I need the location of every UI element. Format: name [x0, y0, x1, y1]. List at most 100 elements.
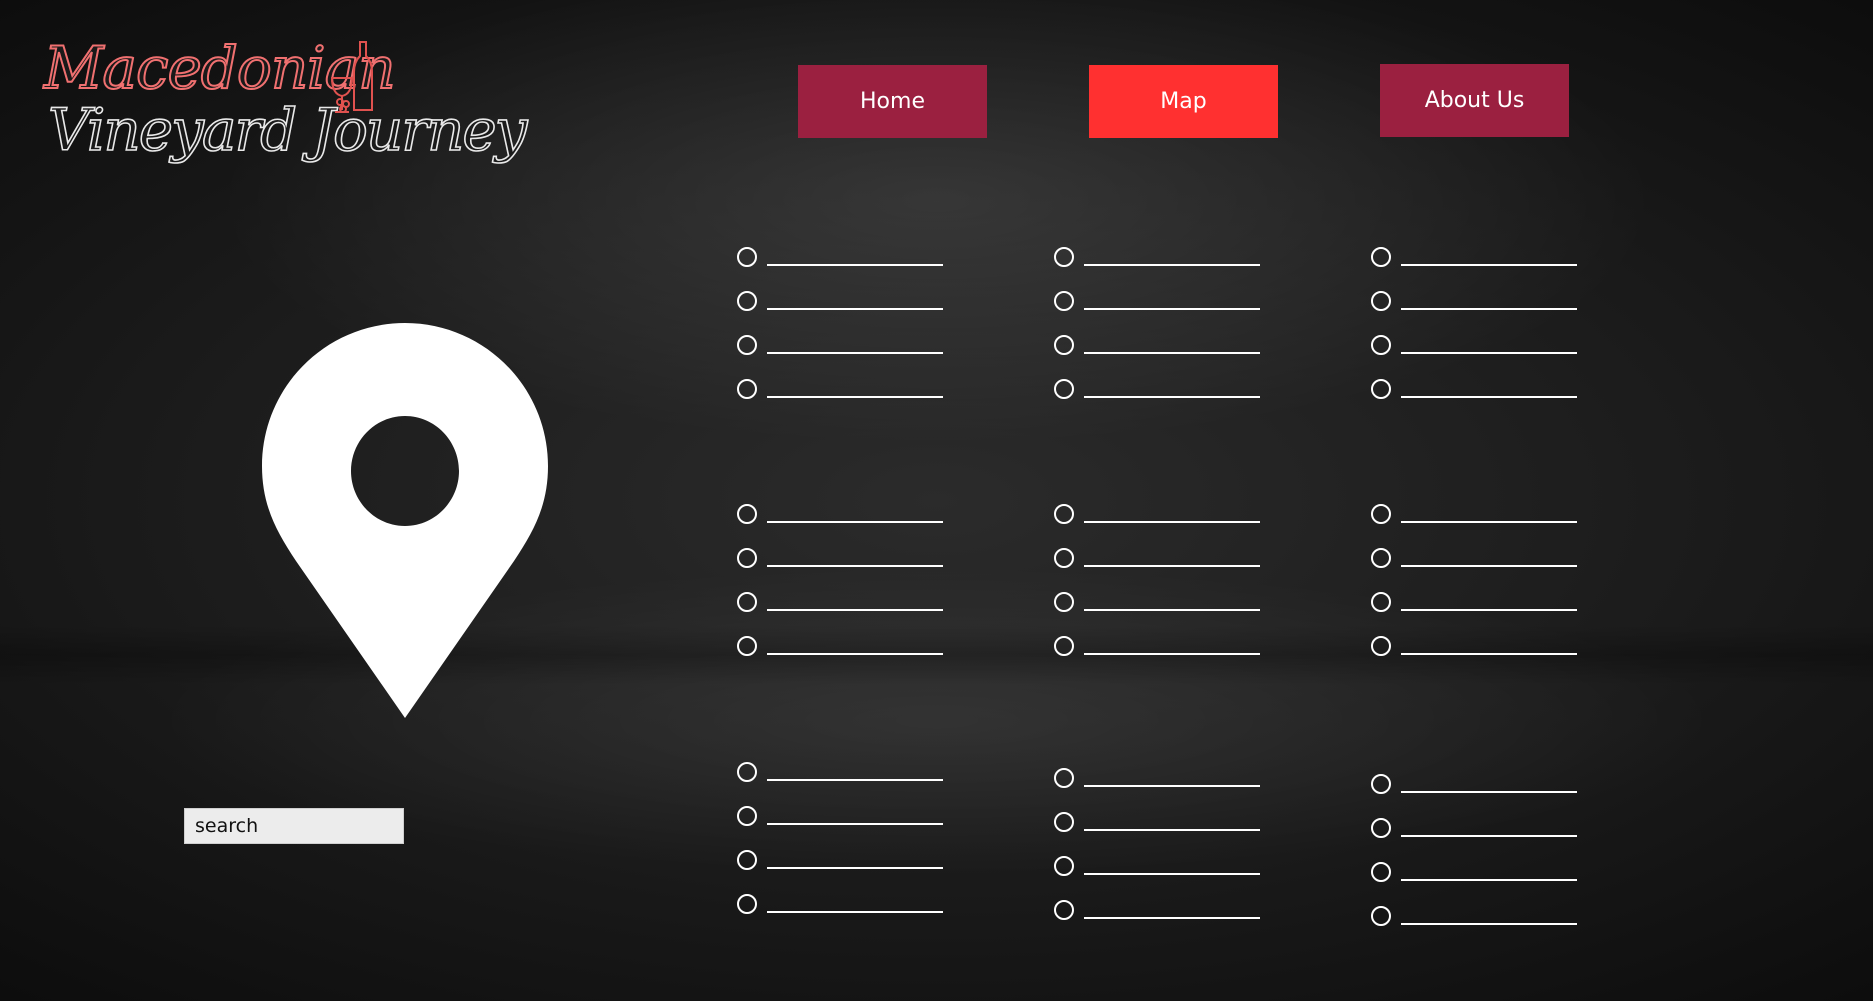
option-item[interactable] — [1371, 504, 1591, 548]
nav-home-button[interactable]: Home — [798, 65, 987, 138]
option-item[interactable] — [1371, 335, 1591, 379]
option-item[interactable] — [1371, 247, 1591, 291]
blank-line — [767, 396, 943, 398]
radio-button[interactable] — [1371, 379, 1391, 399]
radio-button[interactable] — [737, 291, 757, 311]
radio-button[interactable] — [1054, 247, 1074, 267]
radio-button[interactable] — [737, 335, 757, 355]
option-item[interactable] — [737, 548, 957, 592]
blank-line — [1084, 609, 1260, 611]
radio-button[interactable] — [1054, 900, 1074, 920]
option-item[interactable] — [737, 379, 957, 423]
option-item[interactable] — [737, 504, 957, 548]
blank-line — [1084, 785, 1260, 787]
radio-button[interactable] — [737, 762, 757, 782]
blank-line — [1401, 352, 1577, 354]
option-item[interactable] — [1371, 379, 1591, 423]
blank-line — [1084, 917, 1260, 919]
radio-button[interactable] — [1371, 592, 1391, 612]
option-item[interactable] — [737, 850, 957, 894]
blank-line — [1084, 653, 1260, 655]
option-item[interactable] — [1054, 335, 1274, 379]
option-item[interactable] — [1054, 379, 1274, 423]
option-item[interactable] — [737, 806, 957, 850]
option-item[interactable] — [1054, 900, 1274, 944]
radio-button[interactable] — [737, 247, 757, 267]
radio-button[interactable] — [1371, 548, 1391, 568]
option-item[interactable] — [1054, 636, 1274, 680]
option-item[interactable] — [737, 762, 957, 806]
radio-button[interactable] — [737, 379, 757, 399]
radio-button[interactable] — [1054, 504, 1074, 524]
radio-button[interactable] — [1054, 768, 1074, 788]
radio-button[interactable] — [1054, 548, 1074, 568]
radio-button[interactable] — [737, 592, 757, 612]
site-logo[interactable]: Macedonian Vineyard Journey — [43, 33, 528, 174]
radio-button[interactable] — [1371, 291, 1391, 311]
radio-button[interactable] — [1054, 291, 1074, 311]
option-group — [1371, 504, 1591, 680]
option-item[interactable] — [1054, 247, 1274, 291]
blank-line — [1401, 521, 1577, 523]
option-item[interactable] — [737, 636, 957, 680]
option-item[interactable] — [737, 335, 957, 379]
radio-button[interactable] — [737, 806, 757, 826]
option-item[interactable] — [1371, 636, 1591, 680]
blank-line — [1084, 352, 1260, 354]
blank-line — [767, 653, 943, 655]
option-group — [1371, 774, 1591, 950]
option-item[interactable] — [737, 592, 957, 636]
blank-line — [1401, 653, 1577, 655]
blank-line — [1084, 308, 1260, 310]
radio-button[interactable] — [1371, 335, 1391, 355]
option-item[interactable] — [1054, 504, 1274, 548]
radio-button[interactable] — [1371, 774, 1391, 794]
option-item[interactable] — [1054, 812, 1274, 856]
option-item[interactable] — [1371, 906, 1591, 950]
blank-line — [767, 565, 943, 567]
option-group — [737, 504, 957, 680]
option-group — [1054, 247, 1274, 423]
blank-line — [1084, 873, 1260, 875]
logo-title-line2: Vineyard Journey — [47, 95, 528, 165]
radio-button[interactable] — [1371, 247, 1391, 267]
radio-button[interactable] — [737, 504, 757, 524]
option-item[interactable] — [1371, 548, 1591, 592]
radio-button[interactable] — [737, 636, 757, 656]
option-item[interactable] — [1371, 862, 1591, 906]
radio-button[interactable] — [737, 850, 757, 870]
radio-button[interactable] — [1054, 335, 1074, 355]
radio-button[interactable] — [737, 894, 757, 914]
nav-about-us-button[interactable]: About Us — [1380, 64, 1569, 137]
search-input[interactable] — [184, 808, 404, 844]
option-item[interactable] — [1054, 768, 1274, 812]
radio-button[interactable] — [1054, 379, 1074, 399]
radio-button[interactable] — [1371, 636, 1391, 656]
radio-button[interactable] — [1371, 862, 1391, 882]
blank-line — [767, 308, 943, 310]
radio-button[interactable] — [1054, 856, 1074, 876]
radio-button[interactable] — [1054, 812, 1074, 832]
option-item[interactable] — [1371, 291, 1591, 335]
option-item[interactable] — [1371, 592, 1591, 636]
blank-line — [767, 352, 943, 354]
radio-button[interactable] — [1054, 592, 1074, 612]
radio-button[interactable] — [1371, 818, 1391, 838]
blank-line — [1401, 923, 1577, 925]
radio-button[interactable] — [1054, 636, 1074, 656]
option-item[interactable] — [1054, 548, 1274, 592]
option-item[interactable] — [1371, 818, 1591, 862]
option-item[interactable] — [737, 894, 957, 938]
blank-line — [1401, 308, 1577, 310]
option-item[interactable] — [1054, 592, 1274, 636]
nav-map-button[interactable]: Map — [1089, 65, 1278, 138]
radio-button[interactable] — [737, 548, 757, 568]
radio-button[interactable] — [1371, 906, 1391, 926]
option-item[interactable] — [1054, 856, 1274, 900]
blank-line — [767, 823, 943, 825]
option-item[interactable] — [1054, 291, 1274, 335]
option-item[interactable] — [737, 247, 957, 291]
option-item[interactable] — [1371, 774, 1591, 818]
radio-button[interactable] — [1371, 504, 1391, 524]
option-item[interactable] — [737, 291, 957, 335]
